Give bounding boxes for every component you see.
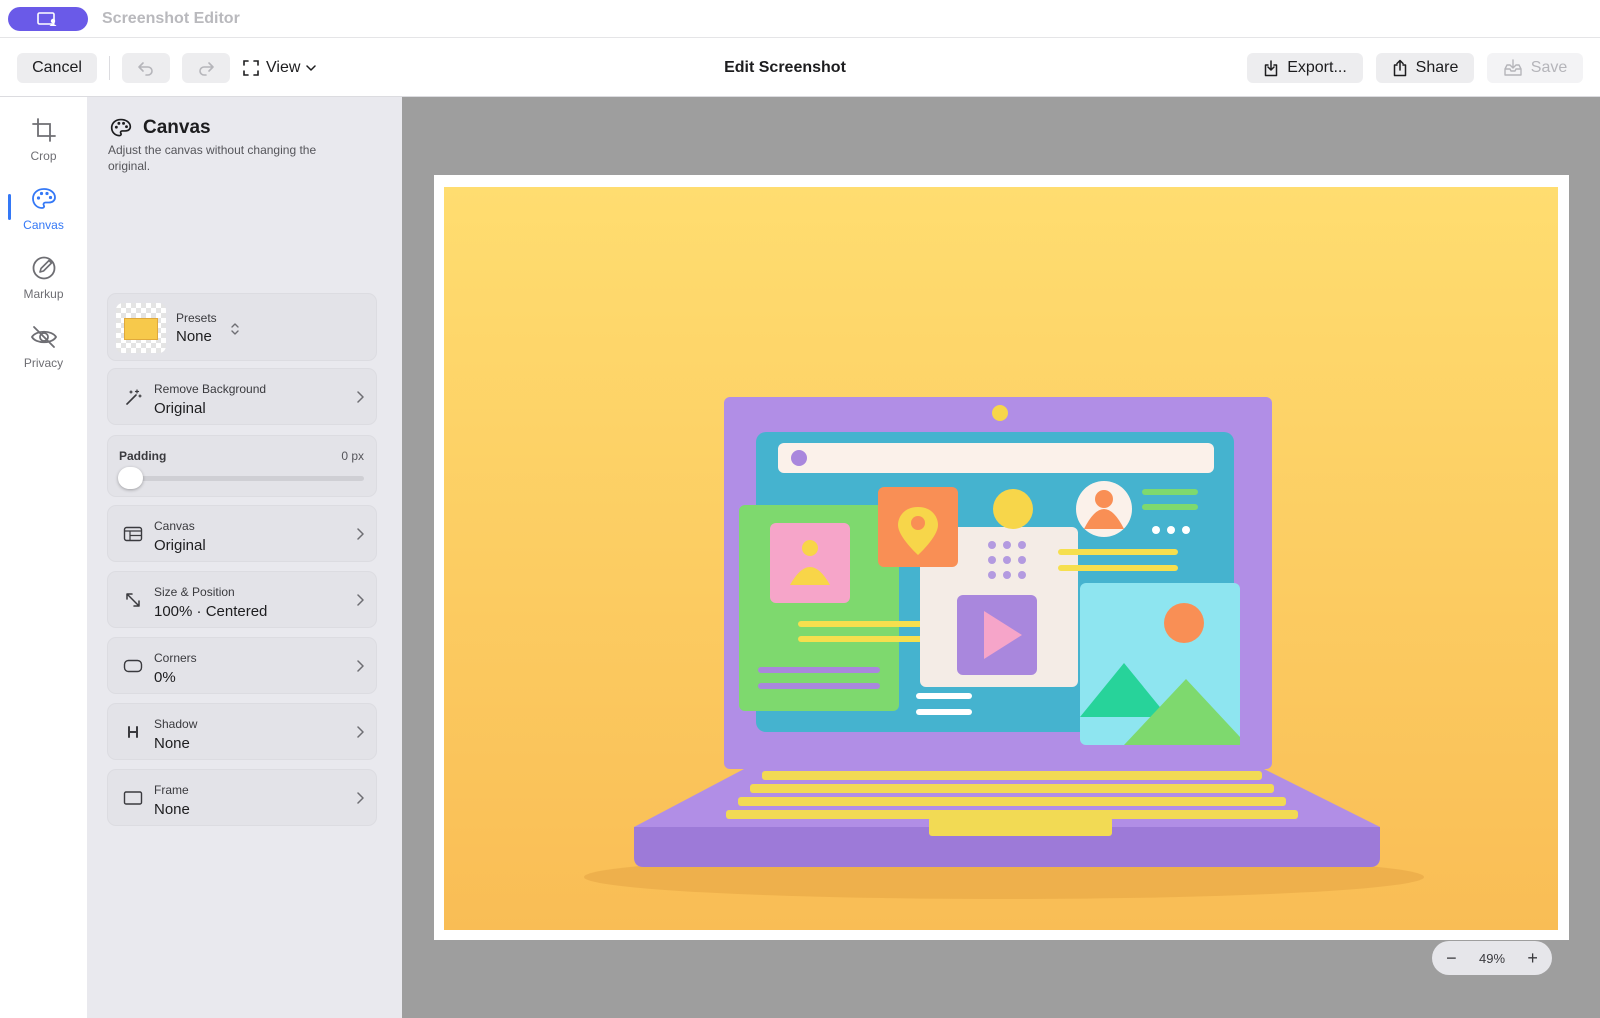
chevron-right-icon (357, 791, 364, 804)
remove-background-row[interactable]: Remove Background Original (107, 368, 377, 425)
chevron-right-icon (357, 659, 364, 672)
save-tray-icon (1504, 59, 1522, 76)
markup-icon (32, 256, 55, 280)
export-icon (1264, 60, 1278, 77)
size-position-label: Size & Position (154, 585, 235, 599)
shadow-label: Shadow (154, 717, 198, 731)
preset-thumbnail (116, 303, 166, 353)
shadow-row[interactable]: Shadow None (107, 703, 377, 760)
screen-person-icon (37, 12, 57, 26)
padding-slider-knob[interactable] (118, 467, 143, 489)
save-button[interactable]: Save (1487, 53, 1583, 83)
export-button[interactable]: Export... (1247, 53, 1363, 83)
share-button[interactable]: Share (1376, 53, 1474, 83)
chevron-right-icon (357, 527, 364, 540)
remove-background-value: Original (154, 400, 206, 417)
nav-item-markup[interactable]: Markup (0, 255, 87, 317)
palette-icon (110, 118, 132, 137)
zoom-out-button[interactable]: − (1440, 947, 1462, 969)
zoom-in-button[interactable]: + (1522, 947, 1544, 969)
chevron-right-icon (357, 390, 364, 403)
app-title: Screenshot Editor (102, 10, 240, 27)
chevron-right-icon (357, 593, 364, 606)
frame-label: Frame (154, 783, 189, 797)
zoom-control: − 49% + (1432, 941, 1552, 975)
save-label: Save (1530, 59, 1568, 76)
nav-item-crop[interactable]: Crop (0, 117, 87, 179)
share-icon (1393, 59, 1406, 77)
frame-icon (122, 787, 144, 809)
panel-description: Adjust the canvas without changing the o… (108, 143, 317, 173)
tool-sidebar: Crop Canvas Markup Privacy (0, 97, 87, 1018)
eye-slash-icon (30, 326, 57, 348)
shadow-value: None (154, 735, 190, 752)
remove-background-label: Remove Background (154, 382, 267, 396)
frame-row[interactable]: Frame None (107, 769, 377, 826)
share-label: Share (1415, 59, 1459, 76)
crop-icon (31, 118, 56, 142)
nav-label-crop: Crop (30, 149, 57, 163)
screenshot-frame (434, 175, 1569, 940)
canvas-label: Canvas (154, 519, 195, 533)
presets-value: None (176, 328, 212, 345)
presets-selector[interactable]: Presets None (107, 293, 377, 361)
chevron-up-down-icon (231, 323, 239, 335)
padding-slider-track[interactable] (120, 476, 364, 481)
zoom-level: 49% (1478, 950, 1506, 966)
app-icon-button[interactable] (8, 7, 88, 31)
resize-arrows-icon (122, 589, 144, 611)
active-indicator (8, 194, 11, 220)
canvas-row[interactable]: Canvas Original (107, 505, 377, 562)
nav-label-markup: Markup (23, 287, 64, 301)
panel-title: Canvas (143, 117, 211, 138)
screenshot-image (444, 187, 1558, 930)
canvas-value: Original (154, 537, 206, 554)
size-position-row[interactable]: Size & Position 100% · Centered (107, 571, 377, 628)
presets-label: Presets (176, 311, 217, 325)
title-bar: Screenshot Editor (0, 0, 1600, 38)
shadow-icon (122, 721, 144, 743)
padding-control: Padding 0 px (107, 435, 377, 497)
frame-value: None (154, 801, 190, 818)
nav-item-canvas[interactable]: Canvas (0, 186, 87, 248)
padding-value: 0 px (341, 449, 364, 463)
panel-header: Canvas (109, 117, 211, 139)
corners-row[interactable]: Corners 0% (107, 637, 377, 694)
nav-item-privacy[interactable]: Privacy (0, 324, 87, 386)
toolbar: Cancel View Edit Screenshot Export... Sh… (0, 38, 1600, 97)
corners-label: Corners (154, 651, 197, 665)
canvas-layout-icon (122, 523, 144, 545)
magic-wand-icon (122, 386, 144, 408)
laptop-illustration (444, 187, 1558, 930)
nav-label-canvas: Canvas (23, 218, 64, 232)
padding-label: Padding (119, 449, 167, 463)
rounded-rect-icon (122, 655, 144, 677)
export-label: Export... (1287, 59, 1347, 76)
size-position-value: 100% · Centered (154, 603, 268, 620)
canvas-settings-panel: Canvas Adjust the canvas without changin… (87, 97, 402, 1018)
corners-value: 0% (154, 669, 176, 686)
palette-icon (31, 188, 56, 209)
chevron-right-icon (357, 725, 364, 738)
preview-canvas: − 49% + (402, 97, 1600, 1018)
nav-label-privacy: Privacy (23, 356, 64, 370)
